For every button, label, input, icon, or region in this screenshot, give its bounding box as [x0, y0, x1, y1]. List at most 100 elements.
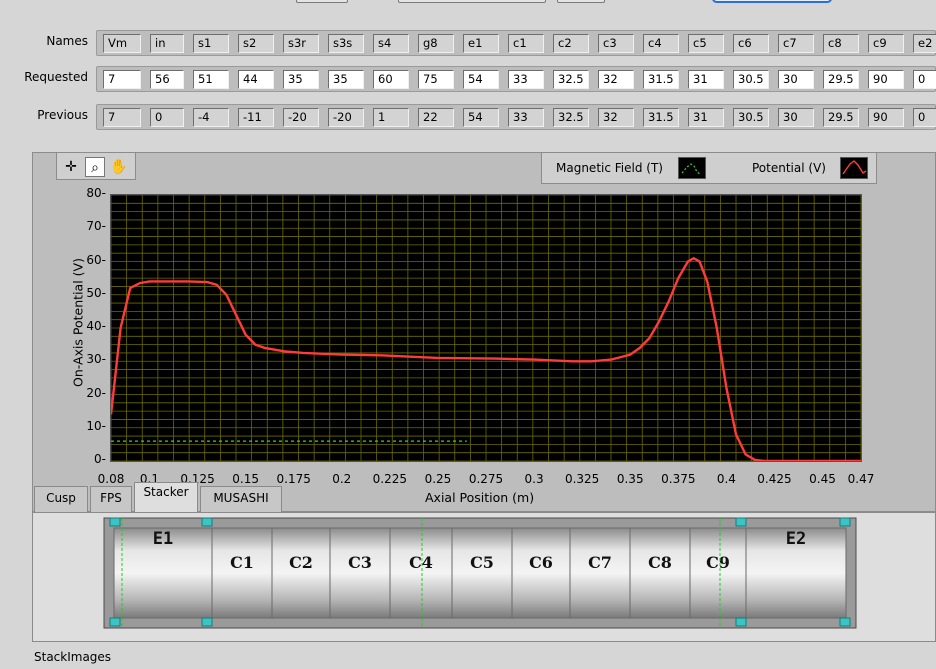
table-cell: s4 — [373, 34, 409, 53]
zoom-icon[interactable]: ⌕ — [85, 157, 105, 177]
electrode-c6 — [511, 527, 571, 619]
table-cell: 32 — [598, 108, 634, 127]
requested-value-input[interactable]: 56 — [150, 70, 184, 89]
requested-value-input[interactable]: 35 — [283, 70, 319, 89]
electrode-c2 — [271, 527, 331, 619]
x-tick-label: 0.325 — [564, 472, 600, 486]
requested-value-input[interactable]: 29.5 — [823, 70, 859, 89]
legend-magnetic-swatch[interactable] — [678, 157, 706, 179]
plot-area[interactable] — [109, 194, 862, 463]
tab-cusp[interactable]: Cusp — [34, 486, 88, 512]
legend-potential-swatch[interactable] — [840, 157, 868, 179]
top-button[interactable] — [712, 0, 832, 3]
table-cell: c5 — [688, 34, 724, 53]
table-cell: c8 — [823, 34, 859, 53]
x-tick-label: 0.08 — [97, 472, 125, 486]
table-cell: c6 — [733, 34, 769, 53]
table-cell: s3s — [328, 34, 364, 53]
x-tick-label: 0.275 — [468, 472, 504, 486]
electrode-label: C8 — [648, 553, 672, 572]
electrode-label: C9 — [706, 553, 730, 572]
table-cell: 31.5 — [643, 108, 679, 127]
table-cell: 30.5 — [733, 108, 769, 127]
y-tick-label: 0- — [94, 452, 106, 466]
electrode-c3 — [329, 527, 391, 619]
requested-value-input[interactable]: 32.5 — [553, 70, 589, 89]
table-cell: s1 — [193, 34, 229, 53]
table-cell: c7 — [778, 34, 814, 53]
requested-value-input[interactable]: 44 — [238, 70, 274, 89]
table-cell: c3 — [598, 34, 634, 53]
table-cell: c9 — [868, 34, 904, 53]
table-cell: c4 — [643, 34, 679, 53]
requested-value-input[interactable]: 51 — [193, 70, 229, 89]
row-label: Names — [46, 34, 88, 48]
y-axis-label: On-Axis Potential (V) — [70, 258, 86, 387]
requested-value-input[interactable]: 30 — [778, 70, 814, 89]
requested-value-input[interactable]: 75 — [418, 70, 454, 89]
electrode-label: C3 — [348, 553, 372, 572]
row-label: Previous — [37, 108, 88, 122]
crosshair-icon[interactable]: ✛ — [61, 157, 81, 177]
electrode-c4 — [389, 527, 453, 619]
electrode-c8 — [629, 527, 691, 619]
table-cell: -20 — [283, 108, 319, 127]
x-tick-label: 0.25 — [424, 472, 452, 486]
x-tick-label: 0.15 — [232, 472, 259, 486]
requested-value-input[interactable]: 31.5 — [643, 70, 679, 89]
requested-value-input[interactable]: 60 — [373, 70, 409, 89]
cyan-fitting — [839, 517, 851, 527]
x-tick-label: 0.35 — [616, 472, 644, 486]
table-cell: 32.5 — [553, 108, 589, 127]
graph-palette: ✛ ⌕ ✋ — [56, 152, 136, 180]
table-cell: 54 — [463, 108, 499, 127]
requested-value-input[interactable]: 35 — [328, 70, 364, 89]
pan-hand-icon[interactable]: ✋ — [109, 157, 129, 177]
x-tick-label: 0.45 — [809, 472, 836, 486]
requested-value-input[interactable]: 30.5 — [733, 70, 769, 89]
tab-fps[interactable]: FPS — [90, 486, 132, 512]
electrode-label: E1 — [153, 529, 173, 549]
requested-value-input[interactable]: 32 — [598, 70, 634, 89]
tab-stacker[interactable]: Stacker — [134, 482, 198, 512]
table-cell: c1 — [508, 34, 544, 53]
requested-value-input[interactable]: 7 — [103, 70, 141, 89]
table-cell: 7 — [103, 108, 141, 127]
electrode-c7 — [569, 527, 631, 619]
legend-potential-label: Potential (V) — [752, 161, 826, 175]
requested-value-input[interactable]: 54 — [463, 70, 499, 89]
table-cell: 33 — [508, 108, 544, 127]
x-tick-label: 0.425 — [757, 472, 792, 486]
table-cell: Vm — [103, 34, 141, 53]
table-cell: s2 — [238, 34, 274, 53]
table-cell: -11 — [238, 108, 274, 127]
electrode-c9 — [689, 527, 747, 619]
stacker-image: E1 C1 C2 C3 C4 C5 C6 C7 C8 C9 E2 — [100, 514, 862, 632]
requested-value-input[interactable]: 0 — [913, 70, 936, 89]
electrode-label: C6 — [529, 553, 553, 572]
electrode-label: C2 — [289, 553, 313, 572]
electrode-label: C1 — [230, 553, 254, 572]
tab-musashi[interactable]: MUSASHI — [200, 486, 282, 512]
cyan-fitting — [201, 517, 213, 527]
requested-value-input[interactable]: 33 — [508, 70, 544, 89]
table-cell: 0 — [150, 108, 184, 127]
x-tick-label: 0.2 — [332, 472, 352, 486]
table-cell: 0 — [913, 108, 936, 127]
top-control[interactable] — [398, 0, 546, 3]
table-cell: s3r — [283, 34, 319, 53]
legend-magnetic-label: Magnetic Field (T) — [556, 161, 663, 175]
requested-value-input[interactable]: 90 — [868, 70, 904, 89]
requested-value-input[interactable]: 31 — [688, 70, 724, 89]
table-cell: -20 — [328, 108, 364, 127]
table-cell: c2 — [553, 34, 589, 53]
top-control[interactable] — [296, 0, 348, 3]
electrode-label: E2 — [786, 529, 806, 549]
y-tick-label: 80- — [86, 186, 106, 200]
x-tick-label: 0.225 — [372, 472, 408, 486]
cyan-fitting — [735, 517, 747, 527]
x-tick-label: 0.47 — [847, 472, 875, 486]
table-cell: in — [150, 34, 184, 53]
table-cell: 1 — [373, 108, 409, 127]
top-control[interactable] — [557, 0, 605, 3]
